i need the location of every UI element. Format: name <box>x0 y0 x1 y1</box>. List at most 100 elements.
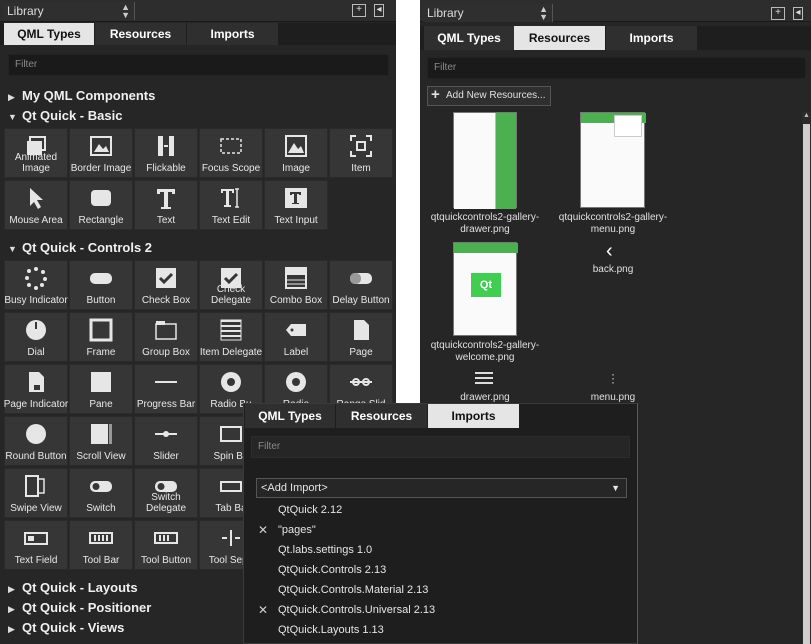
component-switch[interactable]: Switch <box>69 468 133 518</box>
tab-resources[interactable]: Resources <box>514 26 605 50</box>
radio-bu-icon <box>200 369 262 395</box>
component-progress-bar[interactable]: Progress Bar <box>134 364 198 414</box>
tab-imports[interactable]: Imports <box>187 23 278 45</box>
import-item[interactable]: ✕ "pages" <box>258 520 316 540</box>
chevron-down-icon: ▼ <box>611 483 620 493</box>
remove-import-icon[interactable]: ✕ <box>258 600 268 620</box>
component-item[interactable]: Item <box>329 128 393 178</box>
tab-qml-types[interactable]: QML Types <box>424 26 514 50</box>
text-icon <box>135 185 197 211</box>
filter-input[interactable]: Filter <box>427 57 806 79</box>
component-focus-scope[interactable]: Focus Scope <box>199 128 263 178</box>
component-text-field[interactable]: Text Field <box>4 520 68 570</box>
component-label: Flickable <box>146 163 186 174</box>
close-panel-icon[interactable]: ◂ <box>374 4 384 17</box>
import-item[interactable]: ✕ QtQuick.Controls.Universal 2.13 <box>258 600 435 620</box>
component-mouse-area[interactable]: Mouse Area <box>4 180 68 230</box>
component-round-button[interactable]: Round Button <box>4 416 68 466</box>
library-tabs: QML Types Resources Imports <box>420 26 811 50</box>
pane-icon <box>70 369 132 395</box>
more-vertical-icon[interactable]: · · · <box>611 368 615 388</box>
component-animated-image[interactable]: Animated Image <box>4 128 68 178</box>
import-item[interactable]: QtQuick.Controls.Material 2.13 <box>278 580 428 600</box>
component-check-box[interactable]: Check Box <box>134 260 198 310</box>
scroll-up-icon[interactable]: ▲ <box>802 112 811 122</box>
component-swipe-view[interactable]: Swipe View <box>4 468 68 518</box>
component-text-edit[interactable]: Text Edit <box>199 180 263 230</box>
remove-import-icon[interactable]: ✕ <box>258 520 268 540</box>
component-busy-indicator[interactable]: Busy Indicator <box>4 260 68 310</box>
component-label: Round Button <box>5 451 67 462</box>
resources-scrollbar[interactable]: ▲ <box>802 112 811 644</box>
chevron-left-icon[interactable]: ‹ <box>606 240 613 263</box>
filter-input[interactable]: Filter <box>251 436 630 458</box>
component-tool-bar[interactable]: Tool Bar <box>69 520 133 570</box>
range-slid-icon <box>330 369 392 395</box>
add-new-resources-button[interactable]: + Add New Resources... <box>427 86 551 106</box>
close-panel-icon[interactable]: ◂ <box>793 7 803 20</box>
section-qt-quick-controls-2[interactable]: ▼ Qt Quick - Controls 2 <box>0 238 396 258</box>
drawer-thumbnail[interactable] <box>453 112 517 209</box>
chevron-right-icon: ▶ <box>8 604 15 614</box>
import-item[interactable]: Qt.labs.settings 1.0 <box>278 540 372 560</box>
component-text[interactable]: Text <box>134 180 198 230</box>
component-label: Rectangle <box>78 215 124 226</box>
component-check-delegate[interactable]: Check Delegate <box>199 260 263 310</box>
add-import-combo[interactable]: <Add Import> ▼ <box>256 478 627 498</box>
tab-resources[interactable]: Resources <box>95 23 186 45</box>
hamburger-icon[interactable] <box>475 372 493 384</box>
import-item[interactable]: QtQuick.Layouts 1.13 <box>278 620 384 640</box>
tool-button-icon <box>135 525 197 551</box>
component-delay-button[interactable]: Delay Button <box>329 260 393 310</box>
component-label: Check Delegate <box>210 284 252 306</box>
slider-icon <box>135 421 197 447</box>
tab-resources[interactable]: Resources <box>336 404 427 428</box>
component-label: Dial <box>27 347 45 358</box>
button-icon <box>70 265 132 291</box>
component-group-box[interactable]: Group Box <box>134 312 198 362</box>
component-combo-box[interactable]: Combo Box <box>264 260 328 310</box>
component-label: Swipe View <box>10 503 62 514</box>
component-page[interactable]: Page <box>329 312 393 362</box>
component-label: Border Image <box>70 163 132 174</box>
tab-qml-types[interactable]: QML Types <box>245 404 335 428</box>
component-dial[interactable]: Dial <box>4 312 68 362</box>
component-label[interactable]: Label <box>264 312 328 362</box>
mouse-area-icon <box>5 185 67 211</box>
resource-label: qtquickcontrols2-gallery-menu.png <box>558 212 668 235</box>
library-combo[interactable]: Library ▲ ▼ <box>423 4 553 22</box>
import-label: QtQuick.Controls 2.13 <box>278 564 387 576</box>
plus-icon: + <box>431 86 440 103</box>
scrollbar-thumb[interactable] <box>803 124 810 644</box>
component-border-image[interactable]: Border Image <box>69 128 133 178</box>
component-item-delegate[interactable]: Item Delegate <box>199 312 263 362</box>
component-tool-button[interactable]: Tool Button <box>134 520 198 570</box>
component-slider[interactable]: Slider <box>134 416 198 466</box>
group-box-icon <box>135 317 197 343</box>
resource-label: back.png <box>592 264 634 275</box>
tab-qml-types[interactable]: QML Types <box>4 23 94 45</box>
split-view-icon[interactable]: + <box>771 7 785 20</box>
component-text-input[interactable]: Text Input <box>264 180 328 230</box>
component-image[interactable]: Image <box>264 128 328 178</box>
tab-imports[interactable]: Imports <box>428 404 519 428</box>
import-item[interactable]: QtQuick.Controls 2.13 <box>278 560 386 580</box>
section-my-qml-components[interactable]: ▶ My QML Components <box>0 86 396 106</box>
library-panel-imports: QML Types Resources Imports Filter <Add … <box>243 403 638 644</box>
component-scroll-view[interactable]: Scroll View <box>69 416 133 466</box>
component-pane[interactable]: Pane <box>69 364 133 414</box>
section-qt-quick-basic[interactable]: ▼ Qt Quick - Basic <box>0 106 396 126</box>
tab-imports[interactable]: Imports <box>606 26 697 50</box>
split-view-icon[interactable]: + <box>352 4 366 17</box>
component-page-indicator[interactable]: Page Indicator <box>4 364 68 414</box>
component-switch-delegate[interactable]: Switch Delegate <box>134 468 198 518</box>
import-item[interactable]: QtQuick 2.12 <box>278 500 342 520</box>
component-frame[interactable]: Frame <box>69 312 133 362</box>
menu-thumbnail[interactable] <box>580 112 646 208</box>
component-button[interactable]: Button <box>69 260 133 310</box>
library-combo[interactable]: Library ▲ ▼ <box>3 2 135 20</box>
filter-input[interactable]: Filter <box>8 54 389 76</box>
welcome-thumbnail[interactable]: Qt <box>453 242 518 336</box>
component-flickable[interactable]: Flickable <box>134 128 198 178</box>
component-rectangle[interactable]: Rectangle <box>69 180 133 230</box>
